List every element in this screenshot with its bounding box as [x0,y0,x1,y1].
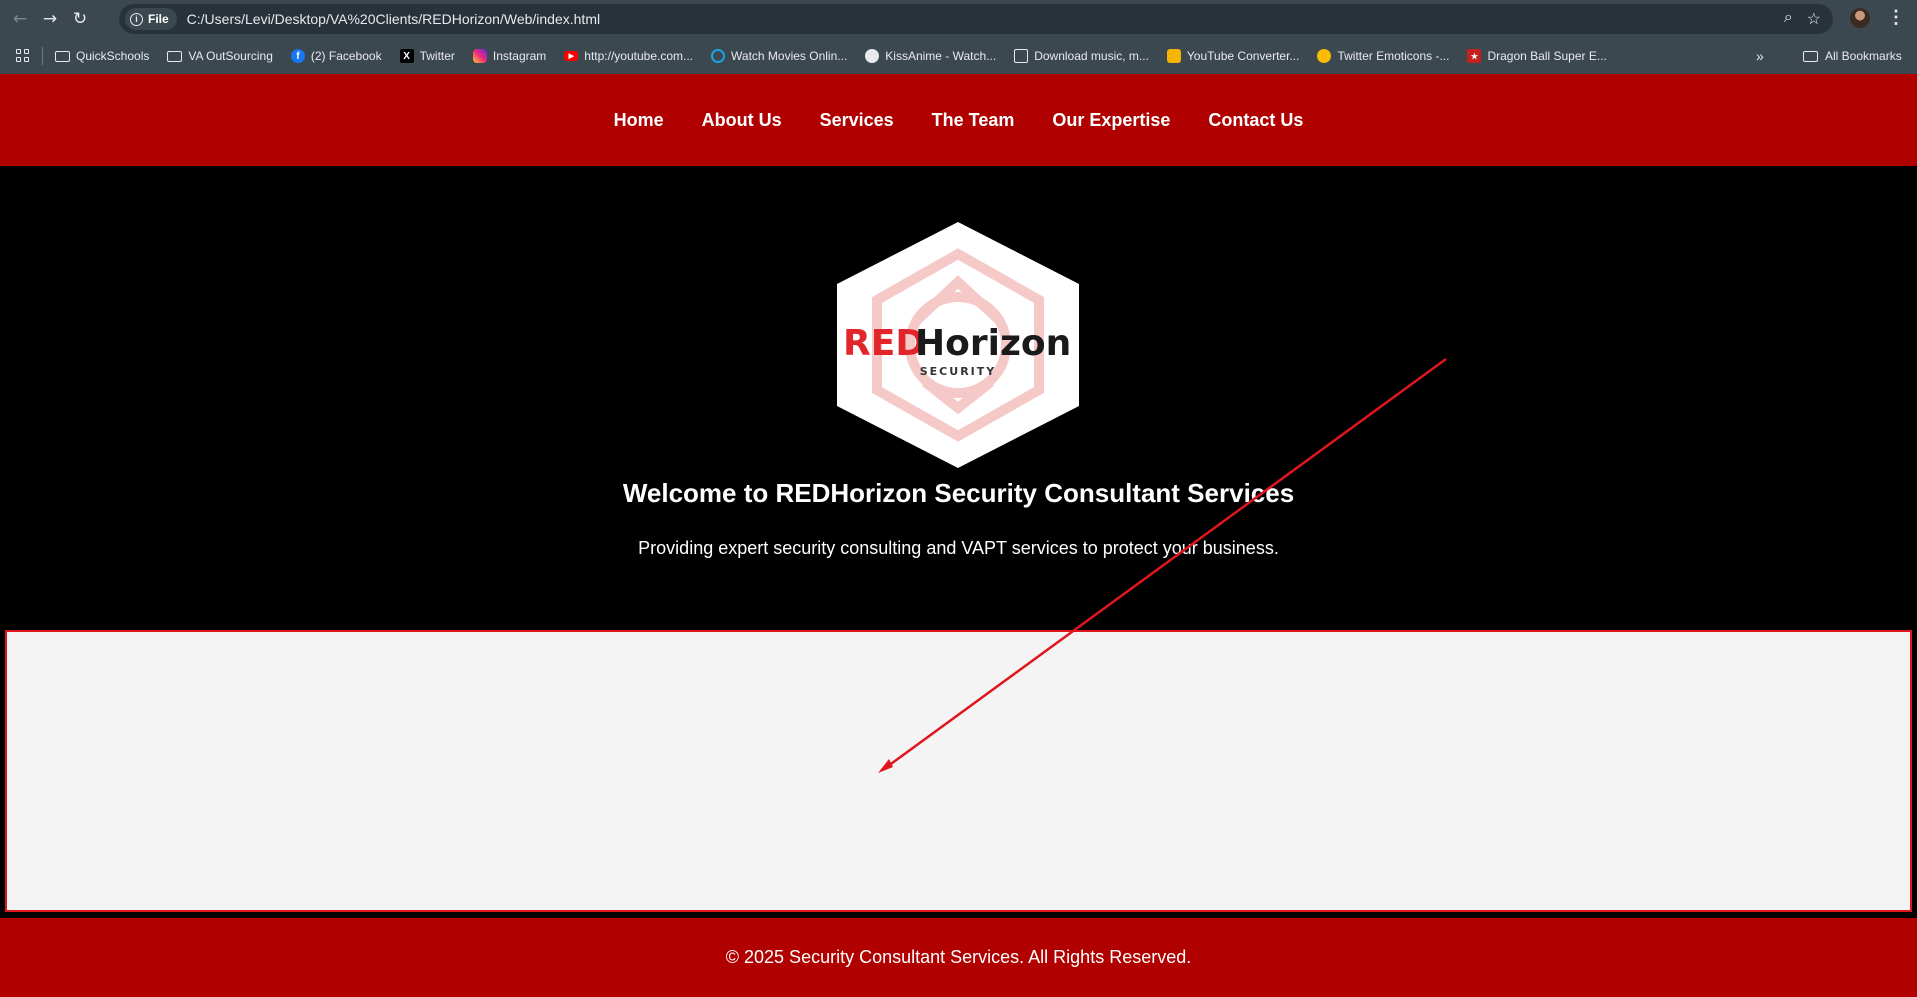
bookmarks-bar: QuickSchools VA OutSourcing f (2) Faceboo… [0,38,1917,74]
nav-contact-us[interactable]: Contact Us [1208,110,1303,131]
all-bookmarks-label: All Bookmarks [1825,49,1902,63]
bookmark-item[interactable]: KissAnime - Watch... [865,49,996,63]
bookmark-item[interactable]: VA OutSourcing [167,49,273,63]
nav-services[interactable]: Services [820,110,894,131]
emoji-icon [1317,49,1332,63]
redhorizon-logo: RED Horizon SECURITY [837,222,1079,468]
bookmark-item[interactable]: Download music, m... [1014,49,1149,63]
reload-icon[interactable]: ↻ [65,4,95,34]
globe-icon [711,49,726,63]
logo-horizon-text: Horizon [915,323,1071,364]
logo-security-text: SECURITY [920,365,996,378]
hero-subtitle: Providing expert security consulting and… [638,538,1279,558]
address-bar[interactable]: i File C:/Users/Levi/Desktop/VA%20Client… [119,4,1833,34]
bookmark-item[interactable]: Watch Movies Onlin... [711,49,847,63]
bookmarks-divider [42,47,43,65]
bookmark-label: KissAnime - Watch... [885,49,997,63]
bookmark-item[interactable]: YouTube Converter... [1166,49,1300,63]
profile-avatar[interactable] [1850,8,1870,28]
youtube-icon: ▶ [564,51,579,61]
x-icon: X [399,49,414,63]
folder-icon [1803,50,1818,62]
bookmark-label: Instagram [492,49,547,63]
all-bookmarks-button[interactable]: All Bookmarks [1803,49,1902,63]
bookmark-label: http://youtube.com... [584,49,694,63]
bookmark-item[interactable]: ▶ http://youtube.com... [564,49,693,63]
logo-red-text: RED [843,323,925,364]
site-navbar: Home About Us Services The Team Our Expe… [0,74,1917,166]
file-chip-label: File [148,12,169,26]
web-page: Home About Us Services The Team Our Expe… [0,74,1917,997]
bookmark-item[interactable]: Twitter Emoticons -... [1317,49,1449,63]
bookmark-label: Watch Movies Onlin... [731,49,848,63]
empty-content-section [5,630,1912,912]
menu-kebab-icon[interactable]: ⋮ [1887,7,1905,28]
browser-toolbar: ← → ↻ i File C:/Users/Levi/Desktop/VA%20… [0,0,1917,38]
bookmark-item[interactable]: Instagram [472,49,547,63]
bookmark-label: YouTube Converter... [1186,49,1300,63]
bookmark-label: Twitter [419,49,455,63]
nav-our-expertise[interactable]: Our Expertise [1052,110,1170,131]
zoom-icon[interactable]: ⌕ [1784,9,1793,29]
nav-about-us[interactable]: About Us [702,110,782,131]
dragonball-icon: ★ [1467,49,1482,63]
folder-icon [167,50,183,62]
bookmark-label: QuickSchools [76,49,150,63]
url-text[interactable]: C:/Users/Levi/Desktop/VA%20Clients/REDHo… [187,11,600,27]
bookmark-label: Twitter Emoticons -... [1337,49,1450,63]
kissanime-icon [865,49,880,63]
bookmark-label: VA OutSourcing [188,49,273,63]
folder-icon [55,50,70,62]
hero-section: RED Horizon SECURITY Welcome to REDHoriz… [0,166,1917,706]
facebook-icon: f [290,49,305,63]
site-info-chip[interactable]: i File [125,8,177,30]
apps-grid-icon[interactable] [16,49,30,63]
bookmark-label: (2) Facebook [310,49,382,63]
bookmark-label: Download music, m... [1034,49,1149,63]
monitor-icon [1014,49,1029,63]
bookmark-item[interactable]: X Twitter [399,49,455,63]
site-footer: © 2025 Security Consultant Services. All… [0,918,1917,997]
nav-the-team[interactable]: The Team [932,110,1015,131]
forward-arrow-icon[interactable]: → [35,4,65,34]
nav-home[interactable]: Home [614,110,664,131]
bookmark-item[interactable]: QuickSchools [55,49,149,63]
bookmark-label: Dragon Ball Super E... [1487,49,1607,63]
more-bookmarks-icon[interactable]: » [1756,48,1764,64]
bookmark-item[interactable]: f (2) Facebook [290,49,382,63]
hero-title: Welcome to REDHorizon Security Consultan… [622,478,1295,508]
bookmark-star-icon[interactable]: ☆ [1807,9,1821,29]
converter-icon [1166,49,1181,63]
footer-copyright: © 2025 Security Consultant Services. All… [725,947,1192,967]
info-icon: i [130,12,143,26]
instagram-icon [472,49,487,63]
back-arrow-icon[interactable]: ← [5,4,35,34]
bookmark-item[interactable]: ★ Dragon Ball Super E... [1467,49,1607,63]
